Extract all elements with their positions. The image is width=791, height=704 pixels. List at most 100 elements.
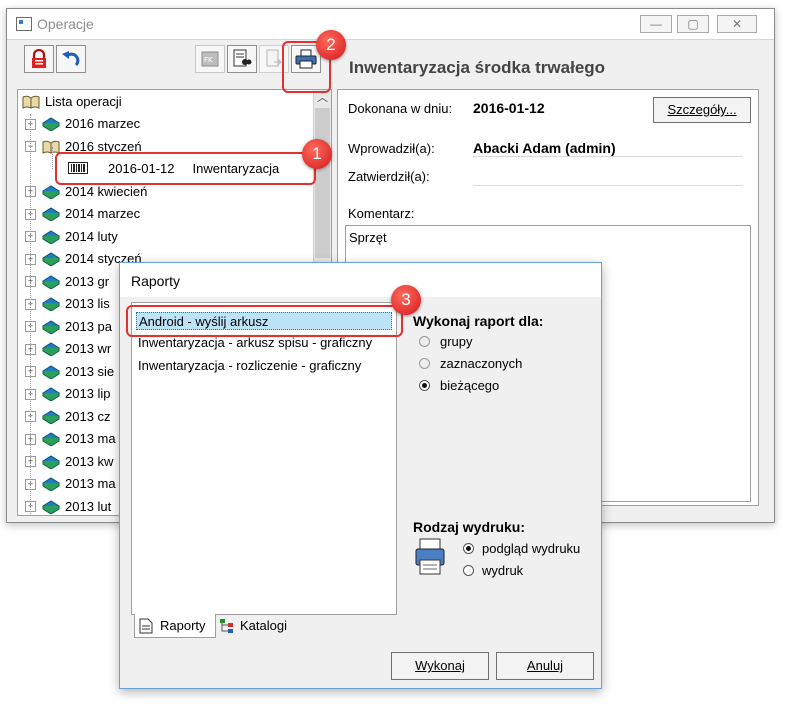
operation-title: Inwentaryzacja środka trwałego <box>349 58 606 77</box>
open-book-icon <box>22 95 40 109</box>
catalog-tree-icon <box>220 619 233 633</box>
title-bar[interactable]: Operacje — ▢ ✕ <box>7 9 774 40</box>
radio-group-label: grupy <box>440 334 473 349</box>
book-icon <box>42 319 60 334</box>
book-icon <box>42 274 60 289</box>
book-icon <box>42 432 60 446</box>
execute-button[interactable]: Wykonaj <box>391 652 489 680</box>
document-search-button[interactable] <box>227 45 257 73</box>
fk-icon: FK <box>201 51 219 67</box>
tree-item-month[interactable]: +2013 cz <box>25 406 111 428</box>
book-icon <box>42 117 60 131</box>
report-item-inventory-settlement[interactable]: Inwentaryzacja - rozliczenie - graficzny <box>138 357 361 375</box>
tree-item-label: 2013 pa <box>65 318 112 334</box>
execute-button-label: Wykonaj <box>415 658 465 673</box>
tab-catalogs-label: Katalogi <box>240 618 287 633</box>
radio-print[interactable] <box>463 565 474 576</box>
tree-item-label: 2013 sie <box>65 363 115 379</box>
radio-group-option[interactable]: grupy <box>419 334 473 349</box>
radio-selected-option[interactable]: zaznaczonych <box>419 356 522 371</box>
tree-item-month[interactable]: +2013 wr <box>25 338 111 360</box>
tree-item-month[interactable]: +2014 marzec <box>25 203 140 225</box>
maximize-button[interactable]: ▢ <box>677 15 709 33</box>
radio-current[interactable] <box>419 380 430 391</box>
entered-by-value: Abacki Adam (admin) <box>473 140 743 157</box>
book-icon <box>42 342 60 356</box>
callout-2-badge: 2 <box>316 30 346 60</box>
tree-root-label: Lista operacji <box>45 94 122 109</box>
radio-preview-option[interactable]: podgląd wydruku <box>463 541 580 556</box>
comment-text: Sprzęt <box>349 230 387 245</box>
tree-root[interactable]: Lista operacji <box>22 91 122 113</box>
radio-preview-label: podgląd wydruku <box>482 541 581 556</box>
radio-selected[interactable] <box>419 358 430 369</box>
entered-by-label: Wprowadził(a): <box>348 141 435 156</box>
minimize-button[interactable]: — <box>640 15 672 33</box>
tree-item-month[interactable]: +2013 ma <box>25 428 116 450</box>
book-icon <box>42 207 60 221</box>
tree-item-label: 2014 marzec <box>65 206 141 221</box>
tab-reports-label: Raporty <box>160 617 206 633</box>
details-button-label: Szczegóły... <box>667 102 737 117</box>
printer-large-icon <box>415 538 445 575</box>
report-document-icon <box>139 618 153 633</box>
tree-item-label: 2013 lut <box>65 498 112 514</box>
book-icon <box>42 252 60 266</box>
dialog-title: Raporty <box>131 273 181 289</box>
radio-print-label: wydruk <box>482 563 524 578</box>
tree-item-month[interactable]: +2013 lis <box>25 293 110 315</box>
tab-catalogs[interactable]: Katalogi <box>219 614 287 638</box>
open-book-icon <box>42 140 60 154</box>
fk-button[interactable]: FK <box>195 45 225 73</box>
tree-item-label: 2013 lis <box>65 296 110 311</box>
book-icon <box>42 499 60 514</box>
callout-3-badge: 3 <box>391 285 421 315</box>
run-for-heading: Wykonaj raport dla: <box>413 313 544 329</box>
tree-item-month[interactable]: +2013 sie <box>25 361 114 383</box>
scroll-thumb[interactable] <box>315 108 330 258</box>
lock-button[interactable] <box>24 45 54 73</box>
details-button[interactable]: Szczegóły... <box>653 97 751 123</box>
tree-guide-line <box>30 114 31 514</box>
radio-print-option[interactable]: wydruk <box>463 563 523 578</box>
tree-item-month[interactable]: +2014 luty <box>25 226 118 248</box>
document-search-icon <box>233 49 252 67</box>
tree-item-month[interactable]: +2013 lip <box>25 383 111 405</box>
report-list[interactable]: Android - wyślij arkusz Inwentaryzacja -… <box>131 302 397 615</box>
tree-guide-line-child <box>52 147 53 169</box>
undo-button[interactable] <box>56 45 86 73</box>
tree-item-label: 2013 ma <box>65 476 116 491</box>
tree-item-month[interactable]: +2013 pa <box>25 316 112 338</box>
book-icon <box>42 297 60 311</box>
approved-by-label: Zatwierdził(a): <box>348 169 430 184</box>
callout-3-highlight <box>126 305 403 337</box>
radio-group[interactable] <box>419 336 430 347</box>
callout-1-highlight <box>55 152 316 185</box>
radio-preview[interactable] <box>463 543 474 554</box>
dialog-title-bar[interactable]: Raporty <box>120 263 601 297</box>
book-icon <box>42 454 60 469</box>
date-label: Dokonana w dniu: <box>348 101 453 116</box>
cancel-button[interactable]: Anuluj <box>496 652 594 680</box>
comment-label: Komentarz: <box>348 206 415 221</box>
tab-reports[interactable]: Raporty <box>134 614 216 638</box>
tree-item-month[interactable]: +2016 marzec <box>25 113 140 135</box>
tree-item-month[interactable]: +2013 lut <box>25 496 112 516</box>
close-button[interactable]: ✕ <box>717 15 757 33</box>
tree-item-label: 2013 kw <box>65 453 114 469</box>
approved-by-value <box>473 168 743 186</box>
tree-item-month[interactable]: +2013 ma <box>25 473 116 495</box>
tree-item-label: 2013 gr <box>65 273 110 289</box>
undo-icon <box>62 51 80 67</box>
cancel-button-label: Anuluj <box>526 658 564 673</box>
lock-icon <box>32 49 46 68</box>
book-icon <box>42 387 60 401</box>
tree-item-month[interactable]: +2013 kw <box>25 451 113 473</box>
tree-item-label: 2016 marzec <box>65 116 141 131</box>
radio-current-label: bieżącego <box>440 378 500 393</box>
radio-current-option[interactable]: bieżącego <box>419 378 499 393</box>
tree-item-month[interactable]: +2013 gr <box>25 271 109 293</box>
book-icon <box>42 409 60 424</box>
print-kind-heading: Rodzaj wydruku: <box>413 519 526 535</box>
app-window-icon <box>16 17 32 31</box>
